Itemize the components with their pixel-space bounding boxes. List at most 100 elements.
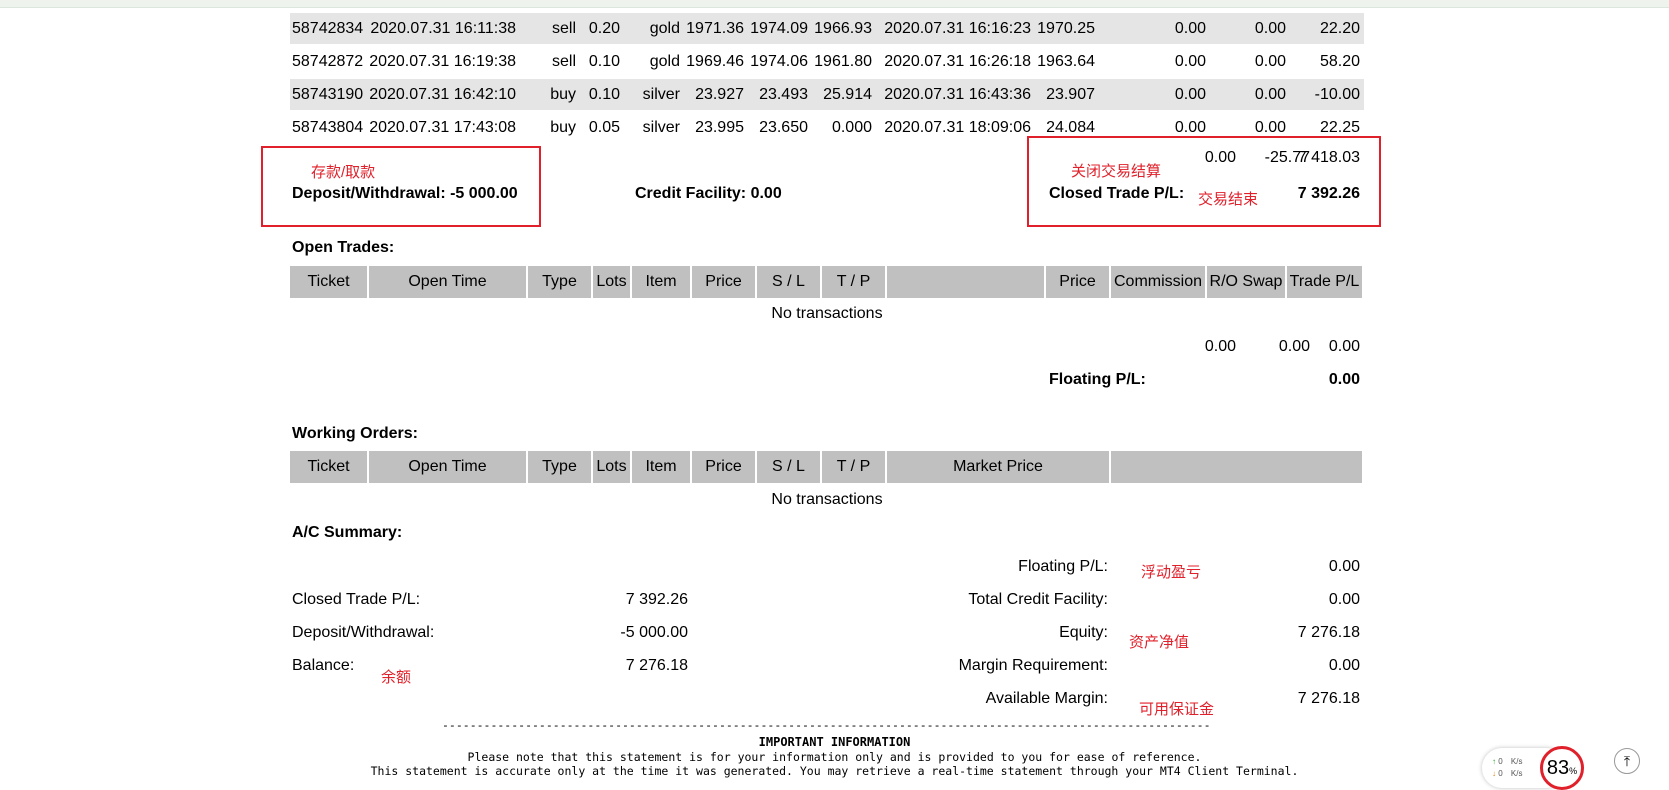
column-header: Commission (1111, 266, 1207, 298)
summary-closed-pl-value: 7 392.26 (625, 591, 688, 608)
summary-margin-label: Margin Requirement: (958, 657, 1108, 674)
open-trades-header: Ticket Open Time Type Lots Item Price S / LT /… (290, 266, 1364, 298)
cell-pl: -10.00 (1314, 86, 1360, 103)
cell-tp: 1961.80 (814, 53, 872, 70)
cell-item: gold (649, 20, 680, 37)
balance-annotation: 余额 (381, 669, 412, 686)
column-header: Open Time (369, 451, 528, 483)
cell-item: gold (649, 53, 680, 70)
deposit-annotation: 存款/取款 (311, 164, 376, 181)
table-row: 58742872 2020.07.31 16:19:38 sell 0.10 gold 1… (290, 46, 1364, 77)
column-header: Open Time (369, 266, 528, 298)
summary-floating-value: 0.00 (1328, 558, 1360, 575)
column-header: Type (528, 451, 593, 483)
down-arrow-icon: ↓ (1492, 769, 1496, 778)
column-header: S / L (757, 451, 822, 483)
cell-type: sell (551, 53, 576, 70)
cell-price: 23.995 (695, 119, 744, 136)
summary-credit-value: 0.00 (1328, 591, 1360, 608)
cell-close-price: 23.907 (1046, 86, 1095, 103)
important-title: IMPORTANT INFORMATION (758, 735, 911, 749)
table-row: 58743190 2020.07.31 16:42:10 buy 0.10 silver… (290, 79, 1364, 110)
cell-type: sell (551, 20, 576, 37)
summary-equity-value: 7 276.18 (1297, 624, 1360, 641)
cell-open-time: 2020.07.31 16:42:10 (369, 86, 516, 103)
download-speed: ↓ 0 K/s (1492, 769, 1523, 778)
cell-close-time: 2020.07.31 16:43:36 (884, 86, 1031, 103)
open-pl-total: 0.00 (1328, 338, 1360, 355)
closed-pl-label: Closed Trade P/L: (1049, 185, 1185, 202)
column-header: Item (632, 451, 692, 483)
working-orders-header: Ticket Open Time Type Lots Item Price S / LT /… (290, 451, 1364, 483)
cell-lots: 0.05 (588, 119, 620, 136)
column-header: Lots (593, 451, 632, 483)
cell-price: 1971.36 (686, 20, 744, 37)
memory-usage-gauge[interactable]: 83% (1540, 746, 1584, 790)
cell-price: 23.927 (695, 86, 744, 103)
column-header: T / P (822, 266, 887, 298)
floating-annotation: 浮动盈亏 (1141, 564, 1202, 581)
cell-pl: 58.20 (1319, 53, 1360, 70)
column-header: Price (692, 266, 757, 298)
cell-lots: 0.20 (588, 20, 620, 37)
cell-sl: 1974.06 (750, 53, 808, 70)
working-orders-title: Working Orders: (292, 425, 418, 442)
table-row: 58742834 2020.07.31 16:11:38 sell 0.20 gold 1… (290, 13, 1364, 44)
column-header: Item (632, 266, 692, 298)
cell-tp: 0.000 (831, 119, 872, 136)
summary-available-label: Available Margin: (985, 690, 1108, 707)
column-header: Ticket (290, 266, 369, 298)
cell-close-price: 1963.64 (1037, 53, 1095, 70)
cell-ticket: 58742872 (292, 53, 364, 70)
column-header: S / L (757, 266, 822, 298)
summary-margin-value: 0.00 (1328, 657, 1360, 674)
floating-pl-label: Floating P/L: (1049, 371, 1146, 388)
cell-sl: 23.493 (759, 86, 808, 103)
available-annotation: 可用保证金 (1139, 701, 1215, 718)
column-header: Ticket (290, 451, 369, 483)
summary-title: A/C Summary: (292, 524, 403, 541)
cell-close-time: 2020.07.31 16:26:18 (884, 53, 1031, 70)
column-header: R/O Swap (1207, 266, 1287, 298)
summary-credit-label: Total Credit Facility: (968, 591, 1108, 608)
cell-swap: 0.00 (1254, 20, 1286, 37)
cell-ticket: 58742834 (292, 20, 364, 37)
column-header (1111, 451, 1364, 483)
cell-price: 1969.46 (686, 53, 744, 70)
column-header: T / P (822, 451, 887, 483)
cell-lots: 0.10 (588, 53, 620, 70)
equity-annotation: 资产净值 (1129, 634, 1190, 651)
summary-closed-pl-label: Closed Trade P/L: (292, 591, 421, 608)
cell-swap: 0.00 (1254, 53, 1286, 70)
cell-type: buy (550, 86, 576, 103)
deposit-withdrawal-line: Deposit/Withdrawal: -5 000.00 (292, 185, 518, 202)
summary-balance-label: Balance: (292, 657, 355, 674)
cell-close-time: 2020.07.31 18:09:06 (884, 119, 1031, 136)
important-line-1: Please note that this statement is for y… (467, 750, 1202, 764)
summary-equity-label: Equity: (1059, 624, 1108, 641)
closed-pl-annotation-box (1027, 136, 1381, 227)
column-header: Price (692, 451, 757, 483)
browser-top-bar (0, 0, 1669, 8)
cell-sl: 23.650 (759, 119, 808, 136)
cell-swap: 0.00 (1254, 86, 1286, 103)
open-trades-title: Open Trades: (292, 239, 395, 256)
cell-open-time: 2020.07.31 16:19:38 (369, 53, 516, 70)
cell-open-time: 2020.07.31 17:43:08 (369, 119, 516, 136)
cell-commission: 0.00 (1174, 86, 1206, 103)
cell-tp: 1966.93 (814, 20, 872, 37)
back-to-top-icon[interactable]: ⤒ (1614, 748, 1640, 774)
cell-tp: 25.914 (823, 86, 872, 103)
summary-deposit-value: -5 000.00 (620, 624, 688, 641)
column-header: Price (1046, 266, 1111, 298)
cell-open-time: 2020.07.31 16:11:38 (370, 20, 516, 37)
cell-item: silver (642, 119, 680, 136)
cell-close-price: 1970.25 (1037, 20, 1095, 37)
working-orders-empty: No transactions (771, 491, 883, 508)
cell-commission: 0.00 (1174, 20, 1206, 37)
cell-sl: 1974.09 (750, 20, 808, 37)
cell-ticket: 58743190 (292, 86, 364, 103)
cell-lots: 0.10 (588, 86, 620, 103)
summary-balance-value: 7 276.18 (625, 657, 688, 674)
cell-pl: 22.20 (1319, 20, 1360, 37)
